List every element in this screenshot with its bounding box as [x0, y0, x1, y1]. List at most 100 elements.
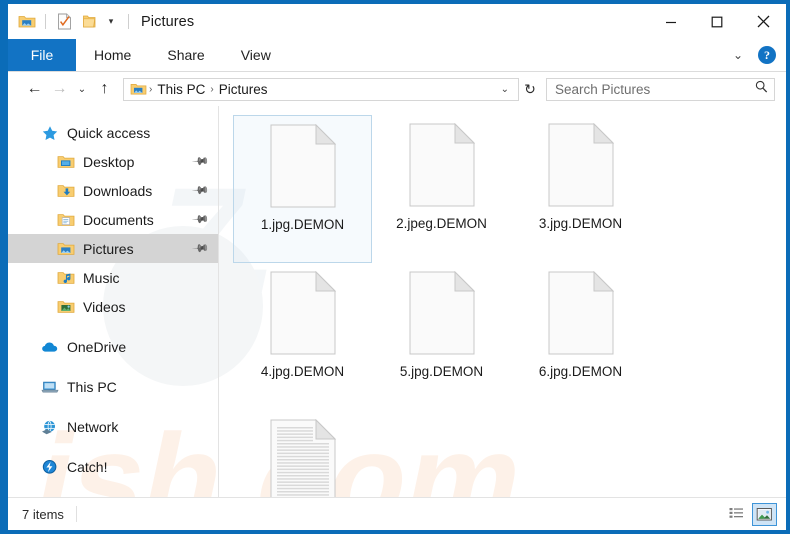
pin-icon[interactable]: 📌 [192, 210, 211, 229]
sidebar-item-quick-access[interactable]: Quick access [8, 118, 218, 147]
help-icon[interactable]: ? [758, 46, 776, 64]
sidebar-item-label: Pictures [83, 240, 134, 257]
sidebar-item-label: Network [67, 418, 119, 435]
catch-bolt-icon [40, 458, 60, 476]
minimize-button[interactable] [648, 4, 694, 39]
sidebar-item-videos[interactable]: Videos [8, 292, 218, 321]
file-item[interactable]: 3.jpg.DEMON [511, 115, 650, 263]
ribbon-tab-bar: File Home Share View ⌄ ? [8, 39, 786, 72]
up-button[interactable]: ↑ [92, 77, 117, 101]
star-icon [40, 124, 60, 142]
sidebar-item-label: This PC [67, 378, 117, 395]
close-button[interactable] [740, 4, 786, 39]
sidebar-item-label: Music [83, 269, 120, 286]
back-button[interactable]: ← [22, 77, 47, 101]
sidebar-item-label: Quick access [67, 124, 151, 141]
address-bar: ← → ⌄ ↑ › This PC › Pictures ⌄ ↻ Search … [8, 72, 786, 106]
sidebar-item-label: Catch! [67, 458, 108, 475]
title-bar: ▾ Pictures [8, 4, 786, 39]
large-icons-view-button[interactable] [752, 502, 777, 526]
file-name-label: 3.jpg.DEMON [538, 216, 623, 231]
sidebar-item-music[interactable]: Music [8, 263, 218, 292]
file-item[interactable]: 1.jpg.DEMON [233, 115, 372, 263]
search-placeholder: Search Pictures [555, 81, 651, 97]
breadcrumb-item-this-pc[interactable]: This PC [153, 82, 209, 97]
forward-button[interactable]: → [47, 77, 72, 101]
documents-folder-icon [56, 211, 76, 229]
file-name-label: 6.jpg.DEMON [538, 364, 623, 379]
status-divider [75, 506, 77, 522]
file-list-area[interactable]: 1.jpg.DEMON 2.jpeg.DEMON 3.jpg.DEMON 4.jpg.… [219, 106, 786, 497]
tab-share[interactable]: Share [149, 39, 222, 71]
tab-home[interactable]: Home [76, 39, 149, 71]
details-view-button[interactable] [724, 503, 749, 526]
window-controls [648, 4, 786, 39]
file-item[interactable]: 4.jpg.DEMON [233, 263, 372, 411]
sidebar-item-label: Documents [83, 211, 154, 228]
search-icon[interactable] [755, 80, 768, 98]
tab-file[interactable]: File [8, 39, 76, 71]
sidebar-item-this-pc[interactable]: This PC [8, 372, 218, 401]
pictures-folder-icon[interactable] [17, 12, 36, 31]
breadcrumb-pictures-folder-icon[interactable] [129, 80, 148, 99]
sidebar-item-catch[interactable]: Catch! [8, 452, 218, 481]
sidebar-item-pictures[interactable]: Pictures 📌 [8, 234, 218, 263]
file-name-label: 1.jpg.DEMON [260, 217, 345, 232]
pin-icon[interactable]: 📌 [192, 152, 211, 171]
navigation-pane: Quick access Desktop 📌 Downloads 📌 Documents 📌… [8, 106, 219, 497]
file-item[interactable]: 6.jpg.DEMON [511, 263, 650, 411]
pictures-folder-icon [56, 240, 76, 258]
ribbon-actions: ⌄ ? [729, 39, 786, 71]
search-input[interactable]: Search Pictures [546, 77, 775, 101]
sidebar-item-label: Downloads [83, 182, 153, 199]
breadcrumb[interactable]: › This PC › Pictures ⌄ [123, 77, 519, 101]
text-file-icon [270, 418, 336, 497]
window-title: Pictures [141, 13, 195, 30]
refresh-icon[interactable]: ↻ [519, 81, 541, 98]
sidebar-item-downloads[interactable]: Downloads 📌 [8, 176, 218, 205]
blank-file-icon [270, 123, 336, 208]
music-folder-icon [56, 269, 76, 287]
sidebar-item-label: OneDrive [67, 338, 127, 355]
cloud-icon [40, 338, 60, 356]
blank-file-icon [409, 122, 475, 207]
file-item[interactable]: 2.jpeg.DEMON [372, 115, 511, 263]
sidebar-item-desktop[interactable]: Desktop 📌 [8, 147, 218, 176]
expand-ribbon-chevron-down-icon[interactable]: ⌄ [729, 48, 747, 62]
network-icon [40, 418, 60, 436]
title-divider [128, 14, 129, 29]
file-name-label: 4.jpg.DEMON [260, 364, 345, 379]
window-client-area: ▾ Pictures File Home Share View ⌄ ? ← → … [8, 4, 786, 530]
explorer-window: ▾ Pictures File Home Share View ⌄ ? ← → … [0, 0, 790, 534]
desktop-folder-icon [56, 153, 76, 171]
path-history-chevron-down-icon[interactable]: ⌄ [494, 84, 516, 95]
customize-toolbar-chevron-down-icon[interactable]: ▾ [103, 17, 119, 26]
downloads-folder-icon [56, 182, 76, 200]
item-count-label: 7 items [22, 506, 64, 522]
properties-icon[interactable] [55, 12, 74, 31]
sidebar-item-network[interactable]: Network [8, 412, 218, 441]
pin-icon[interactable]: 📌 [192, 181, 211, 200]
blank-file-icon [548, 270, 614, 355]
new-folder-icon[interactable] [79, 12, 98, 31]
file-name-label: 5.jpg.DEMON [399, 364, 484, 379]
sidebar-item-documents[interactable]: Documents 📌 [8, 205, 218, 234]
tab-view[interactable]: View [223, 39, 289, 71]
videos-folder-icon [56, 298, 76, 316]
breadcrumb-item-pictures[interactable]: Pictures [215, 82, 272, 97]
blank-file-icon [409, 270, 475, 355]
file-item[interactable]: 5.jpg.DEMON [372, 263, 511, 411]
file-name-label: 2.jpeg.DEMON [396, 216, 487, 231]
maximize-button[interactable] [694, 4, 740, 39]
file-item[interactable]: README.txt [233, 411, 372, 497]
blank-file-icon [270, 270, 336, 355]
blank-file-icon [548, 122, 614, 207]
sidebar-item-label: Desktop [83, 153, 135, 170]
pin-icon[interactable]: 📌 [192, 239, 211, 258]
view-toggle-group [724, 502, 777, 526]
status-bar: 7 items [8, 497, 786, 530]
sidebar-item-label: Videos [83, 298, 126, 315]
explorer-body: 7. ish.com Quick accessDesktop📌Downloads… [8, 106, 786, 530]
recent-locations-chevron-down-icon[interactable]: ⌄ [72, 84, 92, 95]
sidebar-item-onedrive[interactable]: OneDrive [8, 332, 218, 361]
